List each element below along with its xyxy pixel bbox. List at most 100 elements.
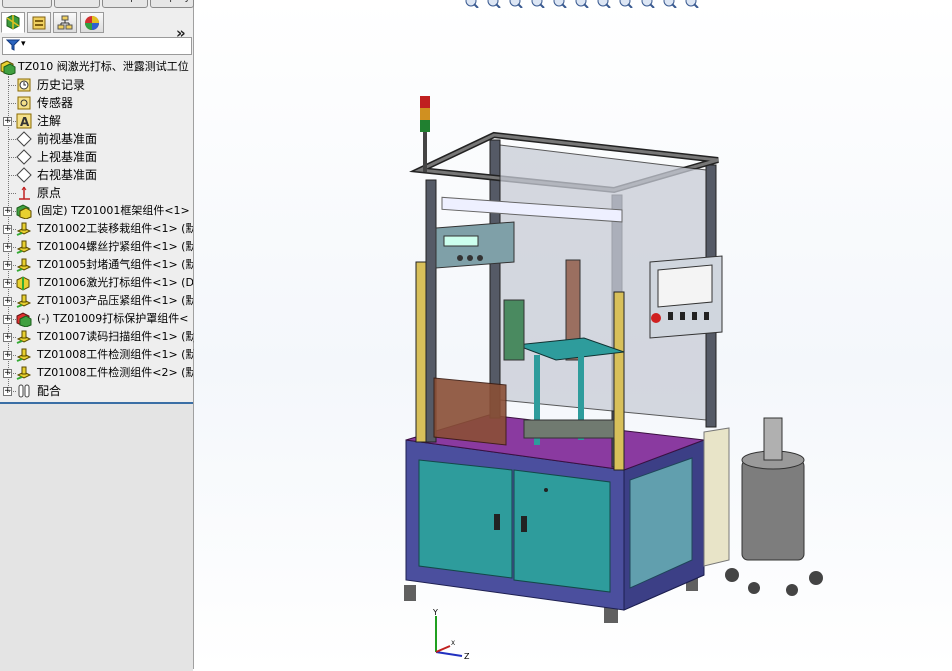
tree-filter-field[interactable]: ▾ <box>2 37 192 55</box>
tree-item-label: 注解 <box>37 114 62 128</box>
panel-empty-area <box>0 402 193 671</box>
tree-connector <box>9 193 16 195</box>
tree-item-label: 原点 <box>37 186 62 200</box>
tree-item[interactable]: + (-) TZ01009打标保护罩组件< <box>0 310 193 328</box>
tree-item[interactable]: 原点 <box>0 184 193 202</box>
reference-triad: Y Z X <box>424 608 474 663</box>
tree-item-label: ZT01003产品压紧组件<1> (默 <box>37 294 193 307</box>
filter-funnel-icon <box>6 39 20 51</box>
triad-y-label: Y <box>432 608 438 617</box>
tree-item[interactable]: + TZ01008工件检测组件<1> (默 <box>0 346 193 364</box>
appearance-pie-icon <box>85 16 99 30</box>
tree-connector <box>9 319 16 321</box>
tree-item-label: TZ01008工件检测组件<2> (默 <box>37 366 193 379</box>
subassembly-icon <box>16 330 32 344</box>
history-icon <box>17 78 31 92</box>
tree-item[interactable]: + ZT01003产品压紧组件<1> (默 <box>0 292 193 310</box>
subassembly-icon <box>16 258 32 272</box>
featuremanager-tab[interactable] <box>1 12 25 33</box>
tree-item-label: 传感器 <box>37 96 74 110</box>
featuremanager-tree-icon <box>6 15 20 30</box>
tree-connector <box>9 373 16 375</box>
tree-item[interactable]: + TZ01006激光打标组件<1> (De <box>0 274 193 292</box>
subassembly-icon <box>16 240 32 254</box>
tree-connector <box>9 355 16 357</box>
tree-item-label: TZ01004螺丝拧紧组件<1> (默 <box>37 240 193 253</box>
tree-item[interactable]: + TZ01004螺丝拧紧组件<1> (默 <box>0 238 193 256</box>
underdefined-assembly-icon <box>16 312 32 327</box>
mates-icon <box>18 384 30 398</box>
configurationmanager-tab[interactable] <box>53 12 77 33</box>
tree-item[interactable]: 右视基准面 <box>0 166 193 184</box>
tree-item-label: TZ01007读码扫描组件<1> (默 <box>37 330 193 343</box>
display-control-box <box>435 221 515 269</box>
tree-connector <box>9 157 16 159</box>
side-electrical-box <box>703 427 730 567</box>
propertymanager-tab[interactable] <box>27 12 51 33</box>
tree-item[interactable]: + TZ01007读码扫描组件<1> (默 <box>0 328 193 346</box>
tree-item[interactable]: + TZ01005封堵通气组件<1> (默 <box>0 256 193 274</box>
filter-dropdown-arrow[interactable]: ▾ <box>21 39 26 49</box>
tree-item[interactable]: 历史记录 <box>0 76 193 94</box>
tree-item-label: TZ01006激光打标组件<1> (De <box>37 276 193 289</box>
tower-light <box>420 96 430 172</box>
tree-connector <box>9 121 16 123</box>
tree-connector <box>9 283 16 285</box>
tree-connector <box>9 229 16 231</box>
machine-base <box>405 414 705 611</box>
plane-icon <box>16 167 32 183</box>
tree-root-label: TZ010 阀激光打标、泄露测试工位 <box>18 60 189 73</box>
tree-item[interactable]: 传感器 <box>0 94 193 112</box>
tree-root-assembly[interactable]: TZ010 阀激光打标、泄露测试工位 <box>0 58 193 76</box>
tree-item[interactable]: + A 注解 <box>0 112 193 130</box>
tree-item-label: 上视基准面 <box>37 150 98 164</box>
tree-item-label: 前视基准面 <box>37 132 98 146</box>
annotation-icon: A <box>16 113 32 129</box>
displaymanager-tab[interactable] <box>80 12 104 33</box>
tree-item[interactable]: 上视基准面 <box>0 148 193 166</box>
tree-item-label: TZ01008工件检测组件<1> (默 <box>37 348 193 361</box>
tree-connector <box>9 301 16 303</box>
command-tabs-strip: FeatureManager CommandManager DimXpert D… <box>0 0 194 8</box>
tree-item[interactable]: + 配合 <box>0 382 193 400</box>
tree-item[interactable]: + TZ01008工件检测组件<2> (默 <box>0 364 193 382</box>
subassembly-icon <box>16 348 32 362</box>
tree-item-label: (-) TZ01009打标保护罩组件< <box>37 312 189 325</box>
configuration-icon <box>57 15 73 30</box>
tree-connector <box>9 139 16 141</box>
tree-item-label: 历史记录 <box>37 78 86 92</box>
tree-connector <box>9 265 16 267</box>
grease-bucket <box>725 417 823 596</box>
triad-z-label: Z <box>464 652 470 661</box>
tree-connector <box>9 247 16 249</box>
origin-icon <box>19 186 30 200</box>
triad-x-label: X <box>451 640 455 647</box>
top-tab-commandmanager[interactable]: CommandManager <box>54 0 150 8</box>
tree-connector <box>9 175 16 177</box>
top-tab-display[interactable]: Display <box>150 0 194 8</box>
tree-item[interactable]: + TZ01002工装移栽组件<1> (默 <box>0 220 193 238</box>
assembly-root-icon <box>0 60 16 75</box>
tree-item[interactable]: + (固定) TZ01001框架组件<1> <box>0 202 193 220</box>
top-tab-dimxpert[interactable]: DimXpert <box>102 0 151 8</box>
tree-connector <box>9 391 16 393</box>
tree-item[interactable]: 前视基准面 <box>0 130 193 148</box>
tree-item-label: (固定) TZ01001框架组件<1> <box>37 204 190 217</box>
manager-tab-bar: » <box>0 11 193 42</box>
machine-model-render[interactable] <box>194 0 952 669</box>
subassembly-icon <box>16 294 32 308</box>
propertymanager-icon <box>32 16 46 30</box>
tree-connector <box>9 337 16 339</box>
top-tab-featuremanager[interactable]: FeatureManager <box>2 0 85 8</box>
subassembly-icon <box>16 222 32 236</box>
tree-item-label: TZ01002工装移栽组件<1> (默 <box>37 222 193 235</box>
tree-connector <box>9 103 16 105</box>
tree-connector <box>9 211 16 213</box>
subassembly-alt-icon <box>16 276 30 291</box>
sensor-icon <box>17 96 31 110</box>
plane-icon <box>16 149 32 165</box>
graphics-viewport[interactable]: Y Z X <box>194 0 952 669</box>
svg-text:A: A <box>20 115 30 129</box>
tree-item-label: TZ01005封堵通气组件<1> (默 <box>37 258 193 271</box>
feature-manager-panel: FeatureManager CommandManager DimXpert D… <box>0 0 194 671</box>
